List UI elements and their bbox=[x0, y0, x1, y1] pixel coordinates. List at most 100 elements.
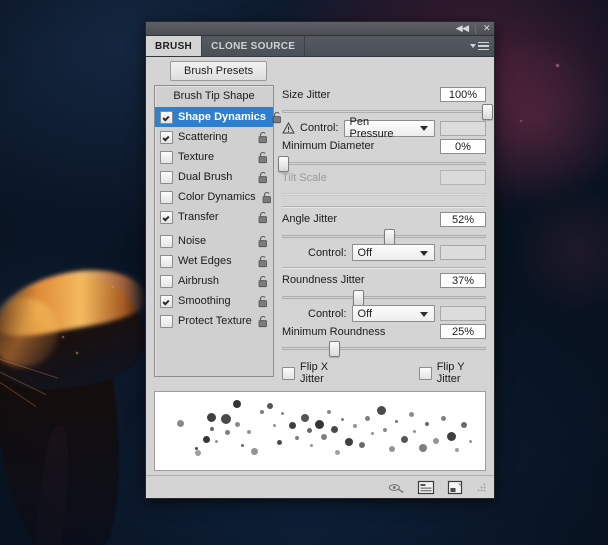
lock-icon[interactable] bbox=[257, 131, 269, 144]
angle-control-row: Control: Off bbox=[282, 244, 486, 262]
checkbox-color-dynamics[interactable] bbox=[160, 190, 173, 204]
lock-icon[interactable] bbox=[257, 295, 269, 308]
minimum-roundness-value[interactable]: 25% bbox=[440, 324, 486, 340]
angle-jitter-label: Angle Jitter bbox=[282, 213, 338, 226]
chevron-down-icon bbox=[420, 250, 428, 256]
minimum-diameter-value[interactable]: 0% bbox=[440, 138, 486, 154]
checkbox-airbrush[interactable] bbox=[160, 274, 173, 288]
toggle-live-tip-brush-preview-icon[interactable] bbox=[388, 480, 406, 495]
list-item-label: Wet Edges bbox=[178, 255, 232, 267]
checkbox-flip-y-jitter[interactable] bbox=[418, 366, 432, 380]
flip-jitter-row: Flip X Jitter Flip Y Jitter bbox=[282, 361, 486, 385]
size-jitter-label: Size Jitter bbox=[282, 88, 331, 101]
list-item-shape-dynamics[interactable]: Shape Dynamics bbox=[155, 107, 281, 127]
list-item-protect-texture[interactable]: Protect Texture bbox=[155, 311, 273, 331]
checkbox-wet-edges[interactable] bbox=[160, 254, 173, 268]
checkbox-smoothing[interactable] bbox=[160, 294, 173, 308]
angle-jitter-value[interactable]: 52% bbox=[440, 211, 486, 227]
tab-clone-source[interactable]: CLONE SOURCE bbox=[202, 36, 306, 56]
list-item-transfer[interactable]: Transfer bbox=[155, 207, 273, 227]
size-jitter-slider[interactable] bbox=[282, 104, 493, 120]
brush-options-list: Brush Tip Shape Shape Dynamics Scatterin… bbox=[154, 85, 281, 377]
lock-icon[interactable] bbox=[257, 255, 269, 268]
list-item-dual-brush[interactable]: Dual Brush bbox=[155, 167, 273, 187]
checkbox-scattering[interactable] bbox=[160, 130, 173, 144]
checkbox-texture[interactable] bbox=[160, 150, 173, 164]
angle-control-extra-field[interactable] bbox=[440, 245, 486, 261]
flip-y-jitter-option[interactable]: Flip Y Jitter bbox=[418, 361, 486, 385]
list-item-label: Protect Texture bbox=[178, 315, 252, 327]
minimum-roundness-row: Minimum Roundness 25% bbox=[282, 324, 486, 340]
slider-thumb[interactable] bbox=[329, 341, 340, 358]
resize-grip-icon[interactable] bbox=[477, 483, 486, 492]
lock-icon[interactable] bbox=[257, 275, 269, 288]
tilt-scale-label: Tilt Scale bbox=[282, 171, 327, 184]
slider-track bbox=[282, 295, 486, 299]
checkbox-dual-brush[interactable] bbox=[160, 170, 173, 184]
section-divider bbox=[282, 267, 486, 269]
create-new-brush-icon[interactable] bbox=[446, 480, 464, 495]
roundness-control-select[interactable]: Off bbox=[351, 305, 435, 323]
lock-icon[interactable] bbox=[261, 191, 273, 204]
section-divider bbox=[282, 205, 486, 208]
list-item-label: Dual Brush bbox=[178, 171, 233, 183]
close-icon[interactable]: ✕ bbox=[483, 24, 491, 33]
list-item-scattering[interactable]: Scattering bbox=[155, 127, 273, 147]
brush-presets-button[interactable]: Brush Presets bbox=[170, 61, 268, 81]
size-jitter-value[interactable]: 100% bbox=[440, 87, 486, 102]
chevron-down-icon bbox=[470, 44, 476, 48]
slider-track bbox=[282, 161, 486, 165]
angle-control-value: Off bbox=[357, 246, 373, 259]
roundness-jitter-slider[interactable] bbox=[282, 289, 486, 306]
angle-control-select[interactable]: Off bbox=[351, 244, 435, 262]
lock-icon[interactable] bbox=[257, 235, 269, 248]
roundness-control-extra-field[interactable] bbox=[440, 306, 486, 322]
checkbox-transfer[interactable] bbox=[160, 210, 173, 224]
collapse-to-icons-icon[interactable]: ◀◀ bbox=[456, 24, 469, 33]
list-item-label: Airbrush bbox=[178, 275, 219, 287]
tilt-scale-value bbox=[440, 170, 486, 186]
lock-icon[interactable] bbox=[257, 151, 269, 164]
brush-tip-shape-header[interactable]: Brush Tip Shape bbox=[155, 86, 273, 107]
size-control-extra-field[interactable] bbox=[440, 120, 486, 136]
list-item-noise[interactable]: Noise bbox=[155, 231, 273, 251]
slider-thumb[interactable] bbox=[353, 289, 365, 306]
lock-icon[interactable] bbox=[257, 315, 269, 328]
list-item-wet-edges[interactable]: Wet Edges bbox=[155, 251, 273, 271]
minimum-diameter-label: Minimum Diameter bbox=[282, 140, 375, 153]
size-control-row: Control: Pen Pressure bbox=[282, 116, 486, 140]
roundness-jitter-value[interactable]: 37% bbox=[440, 272, 486, 288]
panel-tabbar: BRUSH CLONE SOURCE bbox=[146, 36, 494, 57]
panel-titlebar: ◀◀ | ✕ bbox=[146, 22, 494, 36]
list-item-airbrush[interactable]: Airbrush bbox=[155, 271, 273, 291]
angle-jitter-slider[interactable] bbox=[282, 228, 486, 245]
panel-footer bbox=[146, 475, 494, 498]
list-item-smoothing[interactable]: Smoothing bbox=[155, 291, 273, 311]
slider-thumb[interactable] bbox=[384, 228, 396, 245]
flip-x-jitter-option[interactable]: Flip X Jitter bbox=[282, 361, 350, 385]
tab-brush[interactable]: BRUSH bbox=[146, 36, 203, 56]
minimum-roundness-slider[interactable] bbox=[282, 341, 486, 358]
slider-thumb[interactable] bbox=[278, 155, 289, 172]
panel-menu-button[interactable] bbox=[305, 36, 494, 56]
checkbox-shape-dynamics[interactable] bbox=[160, 110, 173, 124]
list-item-color-dynamics[interactable]: Color Dynamics bbox=[155, 187, 273, 207]
size-control-select[interactable]: Pen Pressure bbox=[343, 116, 435, 140]
checkbox-noise[interactable] bbox=[160, 234, 173, 248]
open-preset-manager-icon[interactable] bbox=[417, 480, 435, 495]
minimum-diameter-slider[interactable] bbox=[278, 155, 486, 172]
list-item-texture[interactable]: Texture bbox=[155, 147, 273, 167]
minimum-roundness-label: Minimum Roundness bbox=[282, 325, 386, 338]
list-item-label: Shape Dynamics bbox=[178, 111, 267, 123]
slider-thumb[interactable] bbox=[482, 104, 493, 120]
tilt-scale-slider bbox=[282, 187, 486, 199]
lock-icon[interactable] bbox=[257, 171, 269, 184]
checkbox-protect-texture[interactable] bbox=[160, 314, 173, 328]
checkbox-flip-x-jitter[interactable] bbox=[282, 366, 295, 380]
roundness-control-row: Control: Off bbox=[282, 305, 486, 323]
roundness-control-value: Off bbox=[357, 307, 373, 320]
lock-icon[interactable] bbox=[257, 211, 269, 224]
tilt-scale-row: Tilt Scale bbox=[282, 170, 486, 186]
list-item-label: Transfer bbox=[178, 211, 219, 223]
preset-button-row: Brush Presets bbox=[146, 57, 494, 85]
